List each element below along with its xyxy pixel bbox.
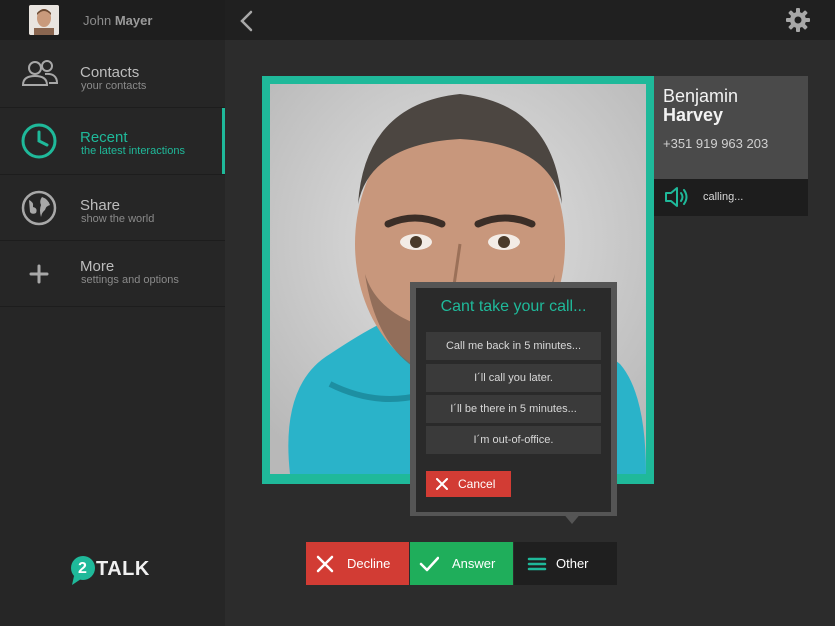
decline-label: Decline	[347, 556, 391, 571]
sidebar-item-more[interactable]: More settings and options	[0, 241, 225, 307]
other-button[interactable]: Other	[514, 542, 617, 585]
user-header: John Mayer	[0, 0, 225, 40]
cancel-label: Cancel	[458, 477, 496, 491]
popup-pointer	[562, 512, 582, 524]
quick-reply-option[interactable]: I´m out-of-office.	[426, 426, 601, 454]
settings-gear-icon[interactable]	[786, 8, 810, 32]
close-icon	[436, 478, 448, 490]
sidebar-item-subtitle: the latest interactions	[81, 145, 185, 157]
answer-label: Answer	[452, 556, 496, 571]
sidebar-item-title: Share	[80, 197, 121, 214]
cancel-button[interactable]: Cancel	[426, 471, 511, 497]
sidebar-item-share[interactable]: Share show the world	[0, 175, 225, 241]
caller-first-name: Benjamin	[663, 86, 739, 106]
top-bar	[225, 0, 835, 40]
other-label: Other	[556, 556, 589, 571]
menu-icon	[527, 557, 547, 571]
sidebar-item-title: More	[80, 258, 115, 275]
checkmark-icon	[419, 556, 439, 572]
avatar[interactable]	[29, 5, 59, 35]
logo-digit: 2	[78, 560, 87, 577]
sidebar-item-subtitle: settings and options	[81, 274, 179, 286]
caller-phone-number: +351 919 963 203	[663, 136, 769, 151]
logo-text: TALK	[96, 558, 150, 580]
popup-title: Cant take your call...	[440, 298, 587, 315]
sidebar-item-contacts[interactable]: Contacts your contacts	[0, 41, 225, 108]
decline-button[interactable]: Decline	[306, 542, 409, 585]
user-name: John Mayer	[83, 13, 153, 28]
back-arrow-icon[interactable]	[238, 10, 256, 32]
close-icon	[316, 555, 334, 573]
clock-icon	[21, 123, 57, 159]
quick-reply-option[interactable]: I´ll be there in 5 minutes...	[426, 395, 601, 423]
contacts-icon	[21, 60, 59, 86]
sidebar-item-title: Recent	[80, 129, 128, 146]
sidebar-item-recent[interactable]: Recent the latest interactions	[0, 108, 225, 175]
sidebar: John Mayer Contacts your contacts Recent…	[0, 0, 225, 626]
speaker-icon[interactable]	[664, 185, 690, 209]
answer-button[interactable]: Answer	[410, 542, 513, 585]
sidebar-item-subtitle: your contacts	[81, 80, 147, 92]
quick-reply-option[interactable]: I´ll call you later.	[426, 364, 601, 392]
caller-last-name: Harvey	[663, 105, 724, 125]
sidebar-item-title: Contacts	[80, 64, 140, 81]
plus-icon	[29, 264, 49, 284]
call-status-text: calling...	[703, 191, 744, 203]
quick-reply-option[interactable]: Call me back in 5 minutes...	[426, 332, 601, 360]
sidebar-item-subtitle: show the world	[81, 213, 155, 225]
globe-icon	[21, 190, 57, 226]
active-indicator	[222, 108, 225, 174]
